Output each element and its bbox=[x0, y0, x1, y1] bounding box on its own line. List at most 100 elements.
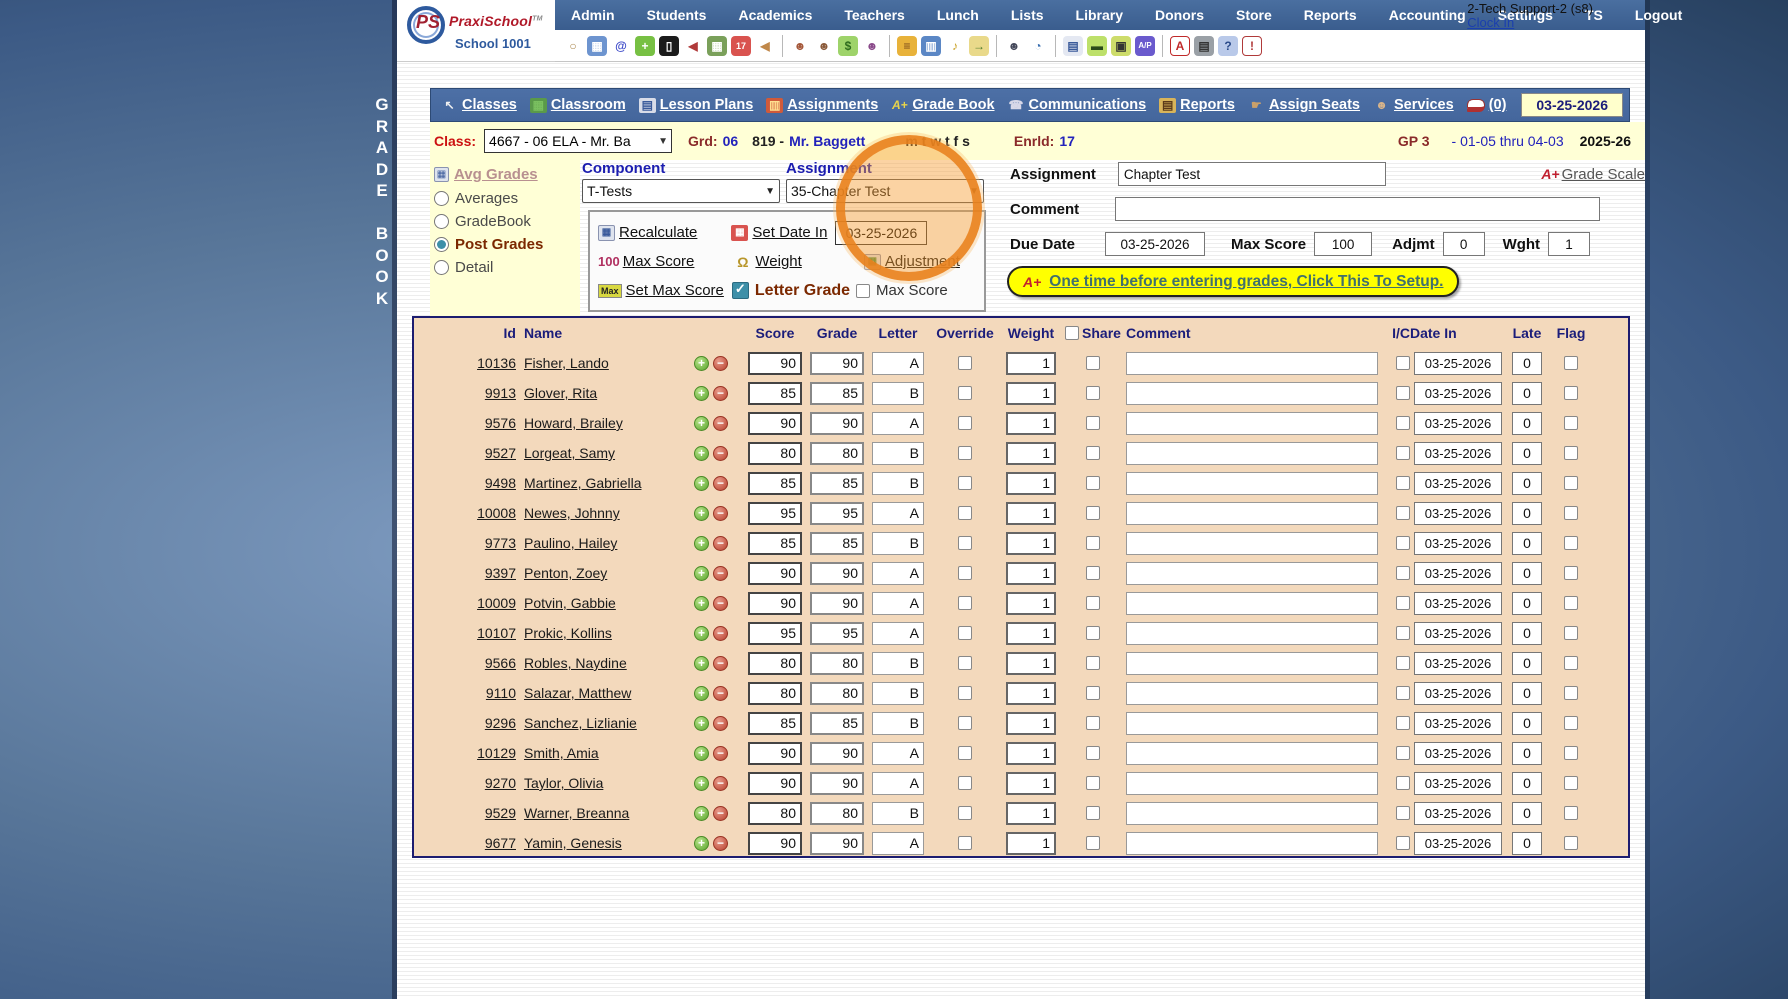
flag-checkbox[interactable] bbox=[1564, 566, 1578, 580]
add-points-icon[interactable]: + bbox=[694, 745, 709, 761]
max-score-input[interactable] bbox=[1314, 232, 1373, 256]
nav-date-button[interactable]: 03-25-2026 bbox=[1521, 93, 1623, 117]
score-input[interactable] bbox=[748, 741, 802, 765]
chat-icon[interactable]: + bbox=[635, 35, 655, 56]
ic-checkbox[interactable] bbox=[1396, 836, 1410, 850]
payment-icon[interactable]: $ bbox=[838, 35, 858, 56]
student-name-link[interactable]: Yamin, Genesis bbox=[524, 835, 622, 851]
grade-input[interactable] bbox=[810, 591, 864, 615]
flag-checkbox[interactable] bbox=[1564, 596, 1578, 610]
calendar-grid-icon[interactable]: ▦ bbox=[587, 35, 607, 56]
grade-input[interactable] bbox=[810, 831, 864, 855]
score-input[interactable] bbox=[748, 501, 802, 525]
late-input[interactable] bbox=[1512, 621, 1542, 645]
radio-button[interactable] bbox=[434, 260, 449, 275]
letter-input[interactable] bbox=[872, 651, 924, 675]
comment-input[interactable] bbox=[1126, 471, 1378, 495]
grade-input[interactable] bbox=[810, 561, 864, 585]
email-icon[interactable]: @ bbox=[611, 36, 631, 56]
student-name-link[interactable]: Warner, Breanna bbox=[524, 805, 629, 821]
top-nav-donors[interactable]: Donors bbox=[1139, 0, 1220, 30]
letter-input[interactable] bbox=[872, 741, 924, 765]
weight-input[interactable] bbox=[1006, 471, 1056, 495]
student-id-link[interactable]: 9576 bbox=[485, 415, 516, 431]
share-checkbox[interactable] bbox=[1086, 356, 1100, 370]
add-points-icon[interactable]: + bbox=[694, 625, 709, 641]
subtract-points-icon[interactable]: − bbox=[713, 685, 728, 701]
comment-input[interactable] bbox=[1126, 441, 1378, 465]
weight-input[interactable] bbox=[1006, 831, 1056, 855]
letter-input[interactable] bbox=[872, 681, 924, 705]
date-in-input[interactable] bbox=[1414, 381, 1502, 405]
top-nav-admin[interactable]: Admin bbox=[555, 0, 631, 30]
flag-checkbox[interactable] bbox=[1564, 536, 1578, 550]
flag-checkbox[interactable] bbox=[1564, 386, 1578, 400]
student-name-link[interactable]: Robles, Naydine bbox=[524, 655, 627, 671]
ic-checkbox[interactable] bbox=[1396, 746, 1410, 760]
student-id-link[interactable]: 10009 bbox=[477, 595, 516, 611]
letter-input[interactable] bbox=[872, 501, 924, 525]
add-points-icon[interactable]: + bbox=[694, 655, 709, 671]
grade-input[interactable] bbox=[810, 471, 864, 495]
date-in-input[interactable] bbox=[1414, 531, 1502, 555]
ic-checkbox[interactable] bbox=[1396, 476, 1410, 490]
add-points-icon[interactable]: + bbox=[694, 775, 709, 791]
flag-checkbox[interactable] bbox=[1564, 656, 1578, 670]
student-id-link[interactable]: 10129 bbox=[477, 745, 516, 761]
date-in-input[interactable] bbox=[1414, 501, 1502, 525]
subtract-points-icon[interactable]: − bbox=[713, 505, 728, 521]
letter-input[interactable] bbox=[872, 771, 924, 795]
score-input[interactable] bbox=[748, 711, 802, 735]
grade-input[interactable] bbox=[810, 621, 864, 645]
comment-input[interactable] bbox=[1126, 561, 1378, 585]
grade-scale-link[interactable]: A+ Grade Scale bbox=[1541, 166, 1645, 183]
override-checkbox[interactable] bbox=[958, 716, 972, 730]
add-points-icon[interactable]: + bbox=[694, 475, 709, 491]
student-name-link[interactable]: Paulino, Hailey bbox=[524, 535, 617, 551]
letter-input[interactable] bbox=[872, 831, 924, 855]
override-checkbox[interactable] bbox=[958, 416, 972, 430]
calendar-icon[interactable]: ▦ bbox=[707, 35, 727, 56]
grade-input[interactable] bbox=[810, 501, 864, 525]
student-id-link[interactable]: 9110 bbox=[486, 685, 516, 701]
late-input[interactable] bbox=[1512, 831, 1542, 855]
student-icon[interactable]: ☻ bbox=[814, 36, 834, 56]
add-points-icon[interactable]: + bbox=[694, 685, 709, 701]
nav-classes[interactable]: ↖ Classes bbox=[441, 97, 516, 113]
share-all-checkbox[interactable] bbox=[1065, 326, 1080, 340]
subtract-points-icon[interactable]: − bbox=[713, 535, 728, 551]
override-checkbox[interactable] bbox=[958, 386, 972, 400]
student-id-link[interactable]: 9270 bbox=[485, 775, 516, 791]
override-checkbox[interactable] bbox=[958, 746, 972, 760]
late-input[interactable] bbox=[1512, 441, 1542, 465]
grade-scale-setup-button[interactable]: A+ One time before entering grades, Clic… bbox=[1007, 266, 1460, 297]
letter-input[interactable] bbox=[872, 711, 924, 735]
weight-input[interactable] bbox=[1006, 681, 1056, 705]
clock-in-link[interactable]: Clock In bbox=[1467, 16, 1593, 30]
avg-grades-link[interactable]: ▦ Avg Grades bbox=[434, 166, 580, 183]
ap-icon[interactable]: A/P bbox=[1135, 35, 1155, 56]
date-in-input[interactable] bbox=[1414, 351, 1502, 375]
override-checkbox[interactable] bbox=[958, 836, 972, 850]
ic-checkbox[interactable] bbox=[1396, 626, 1410, 640]
grade-input[interactable] bbox=[810, 741, 864, 765]
grade-input[interactable] bbox=[810, 681, 864, 705]
share-checkbox[interactable] bbox=[1086, 596, 1100, 610]
flag-checkbox[interactable] bbox=[1564, 356, 1578, 370]
late-input[interactable] bbox=[1512, 381, 1542, 405]
share-checkbox[interactable] bbox=[1086, 656, 1100, 670]
phone-icon[interactable]: ▯ bbox=[659, 35, 679, 56]
score-input[interactable] bbox=[748, 441, 802, 465]
letter-input[interactable] bbox=[872, 441, 924, 465]
add-student-icon[interactable]: ☻ bbox=[790, 36, 810, 56]
flag-checkbox[interactable] bbox=[1564, 836, 1578, 850]
assignment-name-input[interactable] bbox=[1117, 162, 1386, 186]
ic-checkbox[interactable] bbox=[1396, 386, 1410, 400]
lunch-icon[interactable]: ≡ bbox=[897, 35, 917, 56]
nav-communications[interactable]: ☎ Communications bbox=[1008, 97, 1147, 113]
late-input[interactable] bbox=[1512, 801, 1542, 825]
radio-button[interactable] bbox=[434, 191, 449, 206]
subtract-points-icon[interactable]: − bbox=[713, 385, 728, 401]
bell-icon[interactable]: ♪ bbox=[945, 36, 965, 56]
score-input[interactable] bbox=[748, 681, 802, 705]
